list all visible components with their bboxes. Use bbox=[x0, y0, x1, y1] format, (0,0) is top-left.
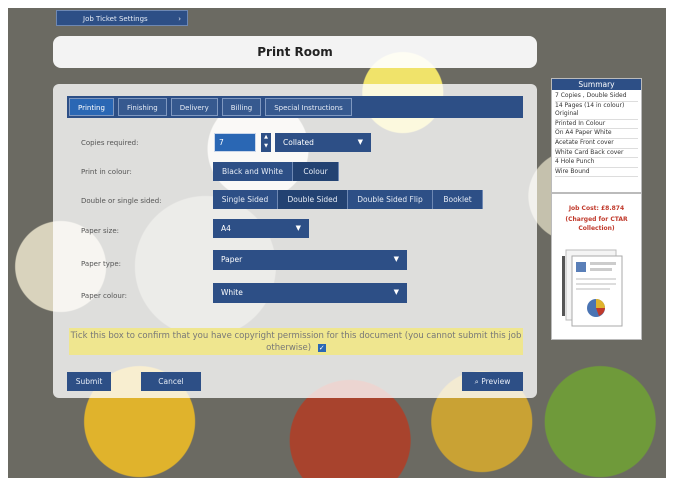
option-booklet[interactable]: Booklet bbox=[433, 190, 483, 209]
copies-label: Copies required: bbox=[81, 139, 139, 147]
dropdown-arrow-icon: ▼ bbox=[295, 224, 301, 232]
tab-delivery[interactable]: Delivery bbox=[170, 98, 218, 116]
option-single-sided[interactable]: Single Sided bbox=[213, 190, 278, 209]
paper-size-value: A4 bbox=[221, 224, 231, 233]
summary-item: 7 Copies , Double Sided bbox=[555, 92, 638, 102]
preview-button[interactable]: ⌕ Preview bbox=[462, 372, 523, 391]
summary-item: Wire Bound bbox=[555, 168, 638, 178]
tab-printing[interactable]: Printing bbox=[69, 98, 114, 116]
charge-note: (Charged for CTAR Collection) bbox=[565, 216, 628, 232]
paper-colour-select[interactable]: White ▼ bbox=[213, 283, 407, 303]
dropdown-arrow-icon: ▼ bbox=[357, 138, 363, 146]
paper-type-select[interactable]: Paper ▼ bbox=[213, 250, 407, 270]
copies-stepper[interactable]: ▲ ▼ bbox=[261, 133, 271, 152]
summary-item: Acetate Front cover bbox=[555, 139, 638, 149]
stepper-down-icon[interactable]: ▼ bbox=[261, 142, 271, 151]
print-settings-panel: Printing Finishing Delivery Billing Spec… bbox=[53, 84, 537, 398]
tab-billing[interactable]: Billing bbox=[221, 98, 262, 116]
job-cost-panel: Job Cost: £8.874 (Charged for CTAR Colle… bbox=[551, 193, 642, 340]
chevron-right-icon: › bbox=[178, 15, 181, 23]
search-icon: ⌕ bbox=[474, 377, 479, 386]
job-ticket-settings-label: Job Ticket Settings bbox=[83, 15, 148, 23]
tab-finishing[interactable]: Finishing bbox=[117, 98, 167, 116]
summary-panel: Summary 7 Copies , Double Sided 14 Pages… bbox=[551, 78, 642, 193]
paper-size-label: Paper size: bbox=[81, 227, 119, 235]
copyright-checkbox[interactable]: ✓ bbox=[317, 343, 326, 352]
collation-select[interactable]: Collated ▼ bbox=[275, 133, 371, 152]
submit-button[interactable]: Submit bbox=[67, 372, 111, 391]
summary-list: 7 Copies , Double Sided 14 Pages (14 in … bbox=[552, 90, 641, 179]
copyright-confirm: Tick this box to confirm that you have c… bbox=[69, 328, 523, 355]
summary-item: 14 Pages (14 in colour) Original bbox=[555, 102, 638, 120]
dropdown-arrow-icon: ▼ bbox=[393, 255, 399, 263]
summary-item: On A4 Paper White bbox=[555, 129, 638, 139]
document-preview-icon bbox=[562, 249, 623, 327]
colour-label: Print in colour: bbox=[81, 168, 132, 176]
job-ticket-settings-tab[interactable]: Job Ticket Settings › bbox=[56, 10, 188, 26]
copies-input[interactable]: 7 bbox=[214, 133, 256, 152]
job-cost: Job Cost: £8.874 bbox=[568, 205, 625, 212]
cancel-button[interactable]: Cancel bbox=[141, 372, 201, 391]
summary-item: White Card Back cover bbox=[555, 149, 638, 159]
dropdown-arrow-icon: ▼ bbox=[393, 288, 399, 296]
option-double-sided-flip[interactable]: Double Sided Flip bbox=[348, 190, 433, 209]
page-title: Print Room bbox=[53, 36, 537, 68]
paper-type-value: Paper bbox=[221, 255, 243, 264]
sides-label: Double or single sided: bbox=[81, 197, 162, 205]
option-black-and-white[interactable]: Black and White bbox=[213, 162, 293, 181]
paper-size-select[interactable]: A4 ▼ bbox=[213, 219, 309, 238]
tab-special-instructions[interactable]: Special Instructions bbox=[265, 98, 352, 116]
paper-colour-label: Paper colour: bbox=[81, 292, 127, 300]
paper-type-label: Paper type: bbox=[81, 260, 122, 268]
stepper-up-icon[interactable]: ▲ bbox=[261, 133, 271, 142]
option-double-sided[interactable]: Double Sided bbox=[278, 190, 348, 209]
collation-value: Collated bbox=[283, 138, 314, 147]
paper-colour-value: White bbox=[221, 288, 243, 297]
settings-tabs: Printing Finishing Delivery Billing Spec… bbox=[67, 96, 523, 118]
option-colour[interactable]: Colour bbox=[293, 162, 339, 181]
copyright-confirm-text: Tick this box to confirm that you have c… bbox=[70, 331, 522, 353]
summary-item: 4 Hole Punch bbox=[555, 158, 638, 168]
preview-label: Preview bbox=[481, 377, 511, 386]
summary-item: Printed In Colour bbox=[555, 120, 638, 130]
summary-title: Summary bbox=[552, 79, 641, 90]
